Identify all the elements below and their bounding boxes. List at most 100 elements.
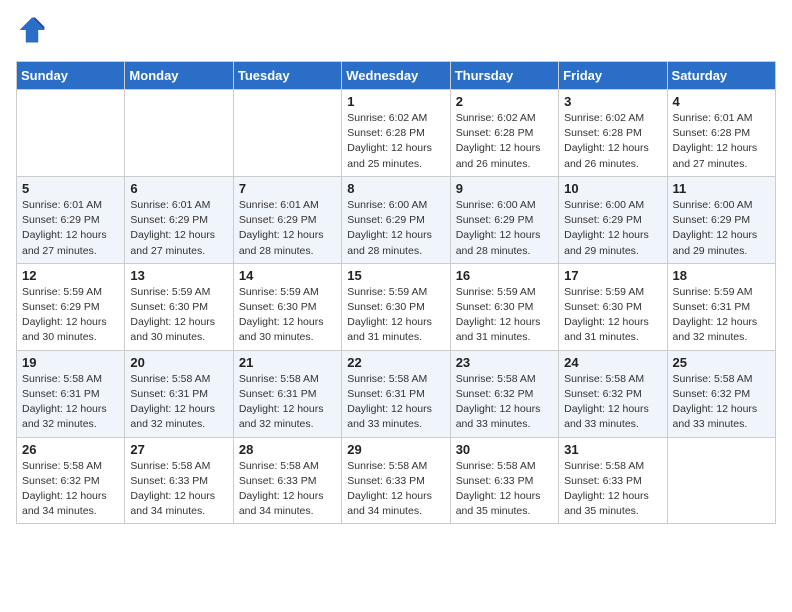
calendar-cell: 29 Sunrise: 5:58 AM Sunset: 6:33 PM Dayli…	[342, 437, 450, 524]
calendar-week-5: 26Sunrise: 5:58 AM Sunset: 6:32 PM Dayli…	[17, 437, 776, 524]
calendar-cell: 5 Sunrise: 6:01 AM Sunset: 6:29 PM Daylig…	[17, 176, 125, 263]
calendar-week-2: 5 Sunrise: 6:01 AM Sunset: 6:29 PM Daylig…	[17, 176, 776, 263]
day-info: Sunrise: 6:01 AM Sunset: 6:29 PM Dayligh…	[130, 198, 227, 259]
day-number: 9	[456, 181, 553, 196]
day-info: Sunrise: 5:58 AM Sunset: 6:32 PM Dayligh…	[22, 459, 119, 520]
calendar-cell: 22 Sunrise: 5:58 AM Sunset: 6:31 PM Dayli…	[342, 350, 450, 437]
day-info: Sunrise: 6:02 AM Sunset: 6:28 PM Dayligh…	[456, 111, 553, 172]
calendar-cell: 17Sunrise: 5:59 AM Sunset: 6:30 PM Dayli…	[559, 263, 667, 350]
calendar-cell: 4 Sunrise: 6:01 AM Sunset: 6:28 PM Daylig…	[667, 90, 775, 177]
day-number: 27	[130, 442, 227, 457]
day-number: 18	[673, 268, 770, 283]
calendar-cell	[667, 437, 775, 524]
day-number: 11	[673, 181, 770, 196]
day-info: Sunrise: 5:59 AM Sunset: 6:30 PM Dayligh…	[456, 285, 553, 346]
calendar-cell: 23Sunrise: 5:58 AM Sunset: 6:32 PM Dayli…	[450, 350, 558, 437]
day-info: Sunrise: 6:00 AM Sunset: 6:29 PM Dayligh…	[564, 198, 661, 259]
calendar-cell: 24 Sunrise: 5:58 AM Sunset: 6:32 PM Dayli…	[559, 350, 667, 437]
calendar-cell: 25 Sunrise: 5:58 AM Sunset: 6:32 PM Dayli…	[667, 350, 775, 437]
col-header-friday: Friday	[559, 62, 667, 90]
calendar-cell: 14Sunrise: 5:59 AM Sunset: 6:30 PM Dayli…	[233, 263, 341, 350]
day-number: 12	[22, 268, 119, 283]
day-info: Sunrise: 6:00 AM Sunset: 6:29 PM Dayligh…	[347, 198, 444, 259]
calendar-cell: 13 Sunrise: 5:59 AM Sunset: 6:30 PM Dayli…	[125, 263, 233, 350]
calendar-cell: 31 Sunrise: 5:58 AM Sunset: 6:33 PM Dayli…	[559, 437, 667, 524]
calendar-table: SundayMondayTuesdayWednesdayThursdayFrid…	[16, 61, 776, 524]
day-info: Sunrise: 5:58 AM Sunset: 6:31 PM Dayligh…	[22, 372, 119, 433]
day-number: 2	[456, 94, 553, 109]
calendar-cell	[125, 90, 233, 177]
day-info: Sunrise: 5:58 AM Sunset: 6:33 PM Dayligh…	[130, 459, 227, 520]
logo-icon	[18, 16, 46, 44]
calendar-cell: 21Sunrise: 5:58 AM Sunset: 6:31 PM Dayli…	[233, 350, 341, 437]
day-info: Sunrise: 6:00 AM Sunset: 6:29 PM Dayligh…	[456, 198, 553, 259]
day-info: Sunrise: 5:59 AM Sunset: 6:30 PM Dayligh…	[347, 285, 444, 346]
col-header-wednesday: Wednesday	[342, 62, 450, 90]
day-number: 5	[22, 181, 119, 196]
day-number: 1	[347, 94, 444, 109]
calendar-cell: 20 Sunrise: 5:58 AM Sunset: 6:31 PM Dayli…	[125, 350, 233, 437]
day-info: Sunrise: 5:58 AM Sunset: 6:32 PM Dayligh…	[564, 372, 661, 433]
calendar-cell: 7Sunrise: 6:01 AM Sunset: 6:29 PM Daylig…	[233, 176, 341, 263]
day-info: Sunrise: 6:01 AM Sunset: 6:28 PM Dayligh…	[673, 111, 770, 172]
day-number: 4	[673, 94, 770, 109]
calendar-cell	[17, 90, 125, 177]
calendar-week-1: 1 Sunrise: 6:02 AM Sunset: 6:28 PM Daylig…	[17, 90, 776, 177]
day-number: 29	[347, 442, 444, 457]
calendar-cell: 10 Sunrise: 6:00 AM Sunset: 6:29 PM Dayli…	[559, 176, 667, 263]
day-number: 30	[456, 442, 553, 457]
day-info: Sunrise: 5:58 AM Sunset: 6:33 PM Dayligh…	[239, 459, 336, 520]
day-number: 10	[564, 181, 661, 196]
day-info: Sunrise: 5:59 AM Sunset: 6:30 PM Dayligh…	[239, 285, 336, 346]
day-info: Sunrise: 5:59 AM Sunset: 6:31 PM Dayligh…	[673, 285, 770, 346]
day-info: Sunrise: 5:58 AM Sunset: 6:31 PM Dayligh…	[347, 372, 444, 433]
day-info: Sunrise: 5:58 AM Sunset: 6:32 PM Dayligh…	[673, 372, 770, 433]
day-info: Sunrise: 5:58 AM Sunset: 6:33 PM Dayligh…	[456, 459, 553, 520]
calendar-cell: 2 Sunrise: 6:02 AM Sunset: 6:28 PM Daylig…	[450, 90, 558, 177]
calendar-cell: 30 Sunrise: 5:58 AM Sunset: 6:33 PM Dayli…	[450, 437, 558, 524]
calendar-week-4: 19 Sunrise: 5:58 AM Sunset: 6:31 PM Dayli…	[17, 350, 776, 437]
day-info: Sunrise: 5:58 AM Sunset: 6:32 PM Dayligh…	[456, 372, 553, 433]
calendar-cell: 19 Sunrise: 5:58 AM Sunset: 6:31 PM Dayli…	[17, 350, 125, 437]
day-info: Sunrise: 5:58 AM Sunset: 6:33 PM Dayligh…	[564, 459, 661, 520]
logo	[16, 16, 46, 49]
day-info: Sunrise: 5:58 AM Sunset: 6:33 PM Dayligh…	[347, 459, 444, 520]
calendar-cell: 26Sunrise: 5:58 AM Sunset: 6:32 PM Dayli…	[17, 437, 125, 524]
day-number: 6	[130, 181, 227, 196]
day-number: 22	[347, 355, 444, 370]
day-info: Sunrise: 6:01 AM Sunset: 6:29 PM Dayligh…	[22, 198, 119, 259]
day-number: 19	[22, 355, 119, 370]
calendar-cell: 11 Sunrise: 6:00 AM Sunset: 6:29 PM Dayli…	[667, 176, 775, 263]
day-number: 25	[673, 355, 770, 370]
calendar-cell: 6 Sunrise: 6:01 AM Sunset: 6:29 PM Daylig…	[125, 176, 233, 263]
calendar-cell: 16Sunrise: 5:59 AM Sunset: 6:30 PM Dayli…	[450, 263, 558, 350]
calendar-cell: 12 Sunrise: 5:59 AM Sunset: 6:29 PM Dayli…	[17, 263, 125, 350]
calendar-header-row: SundayMondayTuesdayWednesdayThursdayFrid…	[17, 62, 776, 90]
day-number: 20	[130, 355, 227, 370]
col-header-thursday: Thursday	[450, 62, 558, 90]
calendar-cell: 27 Sunrise: 5:58 AM Sunset: 6:33 PM Dayli…	[125, 437, 233, 524]
day-info: Sunrise: 6:01 AM Sunset: 6:29 PM Dayligh…	[239, 198, 336, 259]
col-header-saturday: Saturday	[667, 62, 775, 90]
day-info: Sunrise: 6:02 AM Sunset: 6:28 PM Dayligh…	[347, 111, 444, 172]
calendar-week-3: 12 Sunrise: 5:59 AM Sunset: 6:29 PM Dayli…	[17, 263, 776, 350]
day-number: 21	[239, 355, 336, 370]
calendar-cell	[233, 90, 341, 177]
col-header-tuesday: Tuesday	[233, 62, 341, 90]
calendar-cell: 1 Sunrise: 6:02 AM Sunset: 6:28 PM Daylig…	[342, 90, 450, 177]
day-number: 13	[130, 268, 227, 283]
day-info: Sunrise: 6:02 AM Sunset: 6:28 PM Dayligh…	[564, 111, 661, 172]
day-number: 28	[239, 442, 336, 457]
day-info: Sunrise: 6:00 AM Sunset: 6:29 PM Dayligh…	[673, 198, 770, 259]
day-number: 3	[564, 94, 661, 109]
page-header	[16, 16, 776, 49]
day-info: Sunrise: 5:58 AM Sunset: 6:31 PM Dayligh…	[130, 372, 227, 433]
day-info: Sunrise: 5:59 AM Sunset: 6:29 PM Dayligh…	[22, 285, 119, 346]
day-info: Sunrise: 5:59 AM Sunset: 6:30 PM Dayligh…	[130, 285, 227, 346]
col-header-monday: Monday	[125, 62, 233, 90]
day-number: 8	[347, 181, 444, 196]
day-number: 17	[564, 268, 661, 283]
day-number: 31	[564, 442, 661, 457]
day-number: 24	[564, 355, 661, 370]
calendar-cell: 9 Sunrise: 6:00 AM Sunset: 6:29 PM Daylig…	[450, 176, 558, 263]
